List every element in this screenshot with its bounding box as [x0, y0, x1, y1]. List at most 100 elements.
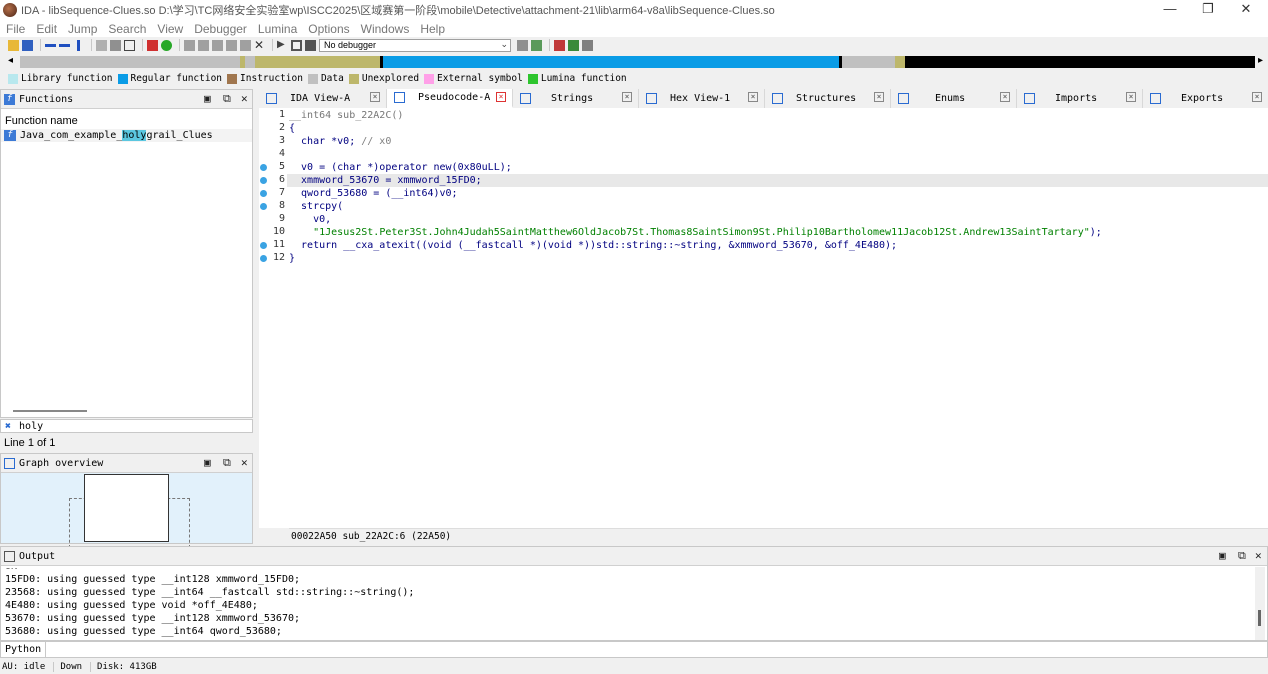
- toolbar-separator: [179, 39, 180, 51]
- function-filter[interactable]: ✖ holy: [0, 419, 253, 433]
- horizontal-scrollbar[interactable]: [13, 410, 87, 412]
- tab-enums[interactable]: Enums ×: [891, 89, 1017, 108]
- breakpoint-dot-icon[interactable]: [260, 177, 267, 184]
- back-arrow-icon[interactable]: [45, 39, 56, 51]
- close-tab-icon[interactable]: ×: [1000, 92, 1010, 102]
- tab-exports[interactable]: Exports ×: [1143, 89, 1268, 108]
- xref-to-icon[interactable]: [198, 39, 209, 51]
- proximity-icon[interactable]: [212, 39, 223, 51]
- forward-arrow-icon[interactable]: [59, 39, 70, 51]
- nav-right-arrow-icon[interactable]: ▸: [1258, 55, 1263, 66]
- graph-icon[interactable]: [96, 39, 107, 51]
- menu-options[interactable]: Options: [302, 22, 354, 36]
- breakpoint-dot-icon[interactable]: [260, 190, 267, 197]
- delete-icon[interactable]: ✕: [254, 39, 265, 51]
- tracing-icon[interactable]: [568, 39, 579, 51]
- flow-icon[interactable]: [226, 39, 237, 51]
- function-name-column-header[interactable]: Function name: [1, 109, 252, 129]
- code-line[interactable]: char *v0; // x0: [289, 135, 391, 148]
- step-icon[interactable]: [531, 39, 542, 51]
- menu-help[interactable]: Help: [414, 22, 450, 36]
- breakpoint-dot-icon[interactable]: [260, 164, 267, 171]
- tools-icon[interactable]: [582, 39, 593, 51]
- tab-structures[interactable]: Structures ×: [765, 89, 891, 108]
- close-tab-icon[interactable]: ×: [748, 92, 758, 102]
- code-line[interactable]: strcpy(: [289, 200, 343, 213]
- debugger-select[interactable]: No debugger ⌄: [319, 38, 511, 52]
- pause-icon[interactable]: [291, 39, 302, 51]
- navigation-band[interactable]: ◂ ▸: [0, 55, 1268, 70]
- vertical-scrollbar[interactable]: [1255, 567, 1265, 640]
- run-icon[interactable]: [161, 39, 172, 51]
- code-line-current[interactable]: xmmword_53670 = xmmword_15FD0;: [287, 174, 1268, 187]
- language-selector[interactable]: Python: [1, 642, 47, 657]
- function-name-prefix: Java_com_example_: [20, 130, 123, 141]
- patch-icon[interactable]: [240, 39, 251, 51]
- xref-icon[interactable]: [184, 39, 195, 51]
- menu-lumina[interactable]: Lumina: [252, 22, 302, 36]
- maximize-panel-icon[interactable]: ▣: [204, 92, 211, 105]
- close-tab-icon[interactable]: ×: [370, 92, 380, 102]
- structure-icon[interactable]: [110, 39, 121, 51]
- close-button[interactable]: ✕: [1226, 0, 1266, 20]
- breakpoint-dot-icon[interactable]: [260, 203, 267, 210]
- close-tab-icon[interactable]: ×: [874, 92, 884, 102]
- tab-ida-view-a[interactable]: IDA View-A ×: [259, 89, 387, 108]
- breakpoint-dot-icon[interactable]: [260, 255, 267, 262]
- code-line[interactable]: {: [289, 122, 295, 135]
- menu-jump[interactable]: Jump: [62, 22, 102, 36]
- code-line[interactable]: qword_53680 = (__int64)v0;: [289, 187, 458, 200]
- clear-filter-icon[interactable]: ✖: [5, 421, 11, 432]
- function-row[interactable]: f Java_com_example_ holy grail_Clues: [1, 129, 252, 142]
- menu-search[interactable]: Search: [102, 22, 151, 36]
- menu-file[interactable]: File: [0, 22, 30, 36]
- float-panel-icon[interactable]: ⧉: [1238, 549, 1246, 563]
- close-panel-icon[interactable]: ✕: [241, 456, 248, 469]
- scrollbar-thumb[interactable]: [1258, 610, 1261, 626]
- pseudocode-view[interactable]: 1 2 3 4 5 6 7 8 9 10 11 12 __int64 sub_2…: [259, 108, 1268, 528]
- jump-down-icon[interactable]: [73, 39, 84, 51]
- code-line[interactable]: v0 = (char *)operator new(0x80uLL);: [289, 161, 512, 174]
- close-tab-icon[interactable]: ×: [1252, 92, 1262, 102]
- save-icon[interactable]: [22, 39, 33, 51]
- code-line[interactable]: __int64 sub_22A2C(): [289, 109, 403, 122]
- tab-strings[interactable]: Strings ×: [513, 89, 639, 108]
- menu-edit[interactable]: Edit: [30, 22, 62, 36]
- breakpoint-dot-icon[interactable]: [260, 242, 267, 249]
- attach-icon[interactable]: [517, 39, 528, 51]
- code-line[interactable]: }: [289, 252, 295, 265]
- python-command-bar[interactable]: Python: [0, 641, 1268, 658]
- maximize-panel-icon[interactable]: ▣: [1219, 549, 1226, 562]
- float-panel-icon[interactable]: ⧉: [223, 456, 231, 470]
- breakpoint-icon[interactable]: [554, 39, 565, 51]
- code-line[interactable]: return __cxa_atexit((void (__fastcall *)…: [289, 239, 897, 252]
- tab-pseudocode-a[interactable]: Pseudocode-A ×: [387, 89, 513, 108]
- restore-button[interactable]: ❐: [1188, 0, 1228, 20]
- tab-imports[interactable]: Imports ×: [1017, 89, 1143, 108]
- code-line[interactable]: "1Jesus2St.Peter3St.John4Judah5SaintMatt…: [289, 226, 1102, 239]
- maximize-panel-icon[interactable]: ▣: [204, 456, 211, 469]
- filter-input[interactable]: holy: [19, 421, 43, 432]
- nav-left-arrow-icon[interactable]: ◂: [8, 55, 13, 66]
- close-panel-icon[interactable]: ✕: [241, 92, 248, 105]
- output-log[interactable]: OK 15FD0: using guessed type __int128 xm…: [5, 568, 1255, 641]
- menu-debugger[interactable]: Debugger: [188, 22, 252, 36]
- float-panel-icon[interactable]: ⧉: [223, 92, 231, 106]
- tab-hex-view-1[interactable]: Hex View-1 ×: [639, 89, 765, 108]
- stop-icon[interactable]: [147, 39, 158, 51]
- stop-debug-icon[interactable]: [305, 39, 316, 51]
- menu-bar: File Edit Jump Search View Debugger Lumi…: [0, 20, 1268, 37]
- code-line[interactable]: v0,: [289, 213, 331, 226]
- close-tab-icon[interactable]: ×: [1126, 92, 1136, 102]
- close-panel-icon[interactable]: ✕: [1255, 549, 1262, 562]
- open-icon[interactable]: [8, 39, 19, 51]
- debugger-select-value: No debugger: [324, 39, 377, 50]
- play-icon[interactable]: ▶: [277, 39, 288, 51]
- close-tab-icon[interactable]: ×: [622, 92, 632, 102]
- menu-windows[interactable]: Windows: [355, 22, 415, 36]
- line-number: 2: [278, 122, 285, 133]
- minimize-button[interactable]: —: [1150, 0, 1190, 20]
- menu-view[interactable]: View: [151, 22, 188, 36]
- text-view-icon[interactable]: [124, 39, 135, 51]
- close-tab-icon[interactable]: ×: [496, 92, 506, 102]
